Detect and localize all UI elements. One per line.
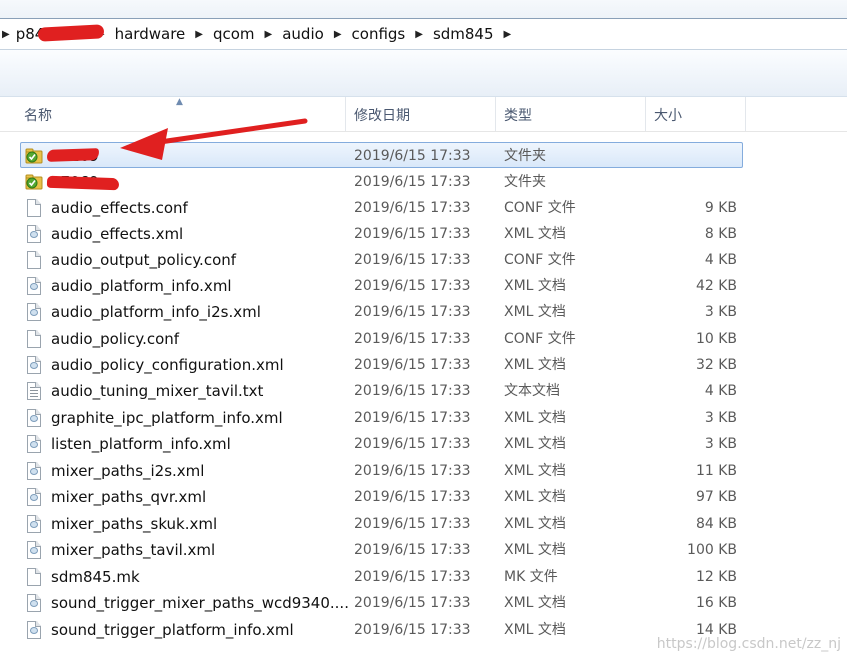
- watermark: https://blog.csdn.net/zz_nj: [656, 636, 841, 652]
- annotation-arrow-icon: [120, 118, 308, 160]
